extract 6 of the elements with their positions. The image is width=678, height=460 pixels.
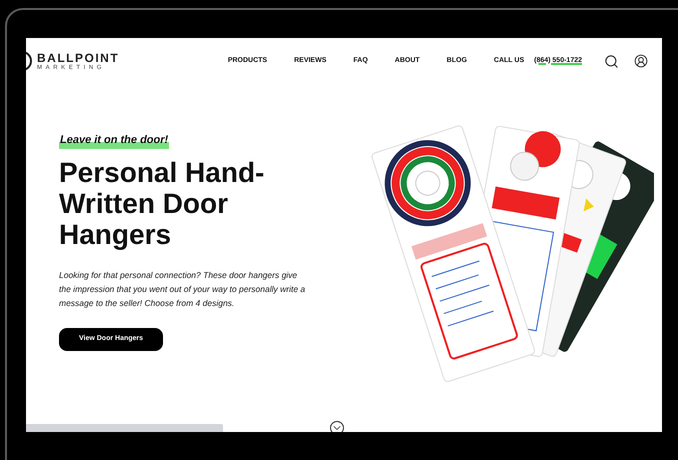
logo-wordmark: BALLPOINT bbox=[37, 52, 120, 64]
account-icon[interactable] bbox=[634, 54, 648, 68]
hero-description: Looking for that personal connection? These door hangers give the impression that you went out of your way to personally write a message to the seller! Choose from 4 designs. bbox=[59, 268, 306, 310]
search-icon[interactable] bbox=[604, 54, 619, 68]
scroll-down-icon[interactable] bbox=[330, 421, 344, 432]
hero-title: Personal Hand-Written Door Hangers bbox=[59, 156, 266, 250]
